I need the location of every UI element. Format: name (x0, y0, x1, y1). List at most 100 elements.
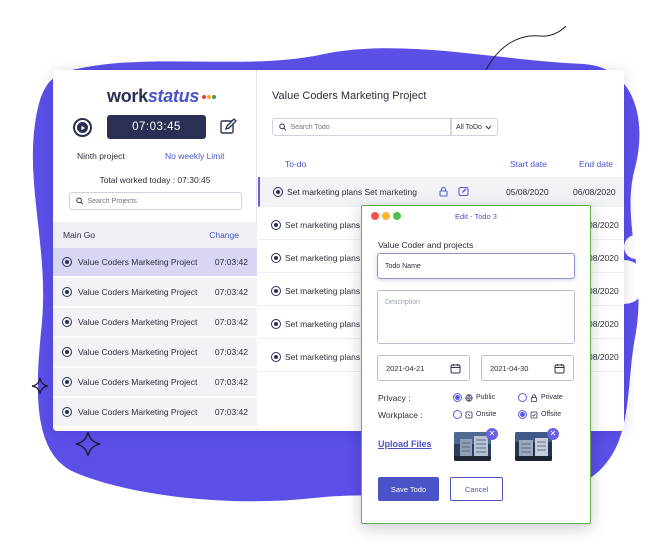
project-row[interactable]: Value Coders Marketing Project 07:03:42 (53, 398, 257, 428)
todo-end-date: 08/2020 (588, 252, 619, 263)
project-search (69, 192, 242, 210)
upload-files-link[interactable]: Upload Files (378, 439, 432, 449)
save-todo-button[interactable]: Save Todo (378, 477, 439, 501)
project-label: Value Coder and projects (378, 240, 474, 250)
project-row-name: Value Coders Marketing Project (78, 317, 198, 327)
search-icon (279, 123, 287, 131)
dialog-title: Edit - Todo 3 (455, 212, 497, 221)
current-project-name: Ninth project (77, 151, 125, 161)
todo-play-icon[interactable] (271, 318, 281, 329)
start-date-value: 2021-04-21 (386, 363, 425, 373)
attachment-thumbnail[interactable] (515, 432, 552, 461)
project-row-name: Value Coders Marketing Project (78, 257, 198, 267)
remove-attachment-icon[interactable]: ✕ (547, 428, 559, 440)
sidebar: workstatus 07:03:45 Ninth project No wee… (53, 70, 257, 431)
todo-play-icon[interactable] (271, 351, 281, 362)
play-button[interactable] (73, 118, 92, 137)
project-row[interactable]: Value Coders Marketing Project 07:03:42 (53, 308, 257, 338)
privacy-option-public[interactable]: Public (453, 393, 495, 402)
todo-search (272, 118, 451, 136)
lock-icon[interactable] (438, 186, 449, 197)
cancel-button[interactable]: Cancel (450, 477, 503, 501)
project-play-icon[interactable] (62, 407, 72, 417)
todo-filter-value: All ToDo (456, 123, 482, 131)
globe-icon (465, 393, 473, 402)
todo-end-date: 08/2020 (588, 351, 619, 362)
project-row-time: 07:03:42 (214, 287, 248, 297)
start-date-field[interactable]: 2021-04-21 (377, 355, 470, 381)
todo-play-icon[interactable] (271, 285, 281, 296)
todo-text: Set marketing plans (285, 219, 361, 230)
building-icon (465, 411, 473, 418)
project-row-time: 07:03:42 (214, 407, 248, 417)
edit-todo-dialog: Edit - Todo 3 Value Coder and projects T… (361, 205, 591, 524)
project-row-name: Value Coders Marketing Project (78, 287, 198, 297)
private-label: Private (541, 394, 563, 401)
change-group-link[interactable]: Change (209, 230, 239, 240)
todo-play-icon[interactable] (271, 252, 281, 263)
todo-search-input[interactable] (290, 123, 450, 131)
project-row-name: Value Coders Marketing Project (78, 377, 198, 387)
building-photo (515, 432, 552, 461)
timer-display: 07:03:45 (107, 115, 206, 139)
lock-icon (530, 394, 538, 402)
dialog-title-bar: Edit - Todo 3 (362, 206, 590, 226)
todo-text: Set marketing plans Set marketing (287, 186, 417, 197)
description-field[interactable]: Description (377, 290, 575, 344)
project-search-input[interactable] (87, 197, 241, 205)
calendar-icon (450, 364, 461, 374)
decorative-sparkle-icon (31, 377, 49, 395)
page-title: Value Coders Marketing Project (272, 90, 427, 102)
project-row-time: 07:03:42 (214, 317, 248, 327)
play-icon (77, 122, 88, 133)
attachment-thumbnail[interactable] (454, 432, 491, 461)
project-play-icon[interactable] (62, 287, 72, 297)
public-radio[interactable] (453, 393, 462, 402)
project-row[interactable]: Value Coders Marketing Project 07:03:42 (53, 338, 257, 368)
todo-name-field[interactable]: Todo Name (377, 253, 575, 279)
project-row[interactable]: Value Coders Marketing Project 07:03:42 (53, 278, 257, 308)
column-header-start-date: Start date (510, 159, 547, 169)
end-date-value: 2021-04-30 (490, 363, 529, 373)
workplace-option-offsite[interactable]: Offsite (518, 410, 561, 419)
edit-todo-icon[interactable] (458, 186, 469, 197)
project-row-name: Value Coders Marketing Project (78, 407, 198, 417)
project-play-icon[interactable] (62, 347, 72, 357)
decorative-sparkle-icon (75, 431, 101, 457)
project-row[interactable]: Value Coders Marketing Project 07:03:42 (53, 368, 257, 398)
weekly-limit-link[interactable]: No weekly Limit (165, 151, 225, 161)
onsite-radio[interactable] (453, 410, 462, 419)
todo-filter-select[interactable]: All ToDo (451, 118, 498, 136)
workplace-option-onsite[interactable]: Onsite (453, 410, 496, 419)
project-play-icon[interactable] (62, 257, 72, 267)
logo-text-part2: status (147, 86, 200, 106)
todo-text: Set marketing plans (285, 252, 361, 263)
workplace-label: Workplace : (378, 410, 423, 420)
project-list: Value Coders Marketing Project 07:03:42 … (53, 248, 257, 428)
todo-text: Set marketing plans (285, 351, 361, 362)
todo-row[interactable]: Set marketing plans Set marketing 05/08/… (258, 177, 624, 207)
project-row-time: 07:03:42 (214, 347, 248, 357)
project-row[interactable]: Value Coders Marketing Project 07:03:42 (53, 248, 257, 278)
todo-play-icon[interactable] (271, 219, 281, 230)
offsite-radio[interactable] (518, 410, 527, 419)
private-radio[interactable] (518, 393, 527, 402)
end-date-field[interactable]: 2021-04-30 (481, 355, 574, 381)
logo-dots (201, 86, 217, 107)
workstatus-logo: workstatus (107, 86, 217, 107)
public-label: Public (476, 394, 496, 401)
chevron-down-icon (485, 125, 492, 130)
home-icon (530, 411, 538, 418)
group-label: Main Go (63, 230, 96, 240)
project-row-time: 07:03:42 (214, 257, 248, 267)
project-play-icon[interactable] (62, 377, 72, 387)
total-worked-today: Total worked today : 07:30:45 (99, 175, 211, 185)
todo-text: Set marketing plans (285, 285, 361, 296)
todo-end-date: 08/2020 (588, 219, 619, 230)
todo-play-icon[interactable] (273, 186, 283, 197)
project-play-icon[interactable] (62, 317, 72, 327)
privacy-option-private[interactable]: Private (518, 393, 563, 402)
remove-attachment-icon[interactable]: ✕ (486, 428, 498, 440)
todo-end-date: 08/2020 (588, 318, 619, 329)
edit-icon[interactable] (219, 118, 237, 136)
